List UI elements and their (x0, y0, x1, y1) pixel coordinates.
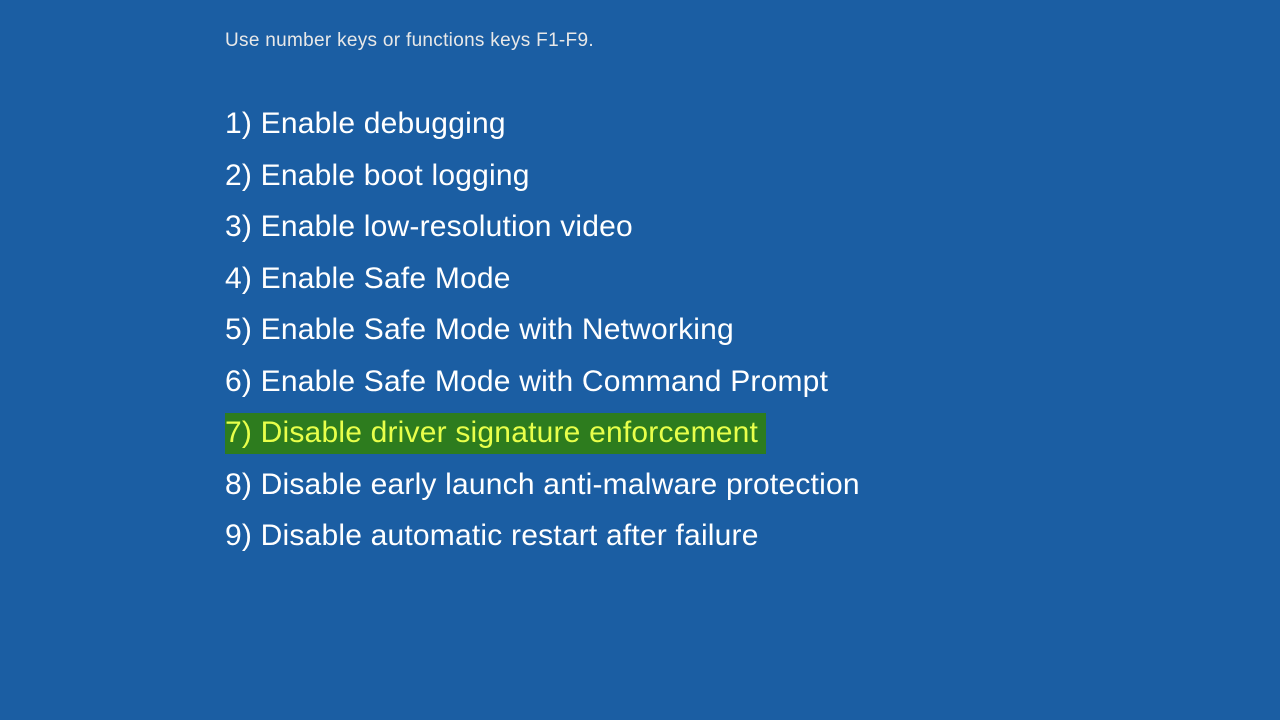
option-label: Enable Safe Mode with Command Prompt (261, 365, 828, 398)
option-6[interactable]: 6) Enable Safe Mode with Command Prompt (225, 362, 1280, 403)
option-4[interactable]: 4) Enable Safe Mode (225, 259, 1280, 300)
option-key: 9) (225, 519, 252, 552)
option-label: Disable early launch anti-malware protec… (261, 468, 860, 501)
option-label: Enable Safe Mode (261, 262, 511, 295)
option-key: 1) (225, 107, 252, 140)
option-key: 3) (225, 210, 252, 243)
option-label: Disable automatic restart after failure (261, 519, 759, 552)
option-8[interactable]: 8) Disable early launch anti-malware pro… (225, 465, 1280, 506)
options-list: 1) Enable debugging 2) Enable boot loggin… (225, 104, 1280, 557)
option-key: 6) (225, 365, 252, 398)
option-label: Enable boot logging (261, 159, 530, 192)
startup-settings-content: Use number keys or functions keys F1-F9.… (0, 0, 1280, 557)
option-9[interactable]: 9) Disable automatic restart after failu… (225, 516, 1280, 557)
option-label: Enable debugging (261, 107, 506, 140)
option-key: 2) (225, 159, 252, 192)
option-key: 7) (225, 416, 252, 449)
option-label: Enable low-resolution video (261, 210, 633, 243)
option-5[interactable]: 5) Enable Safe Mode with Networking (225, 310, 1280, 351)
option-key: 4) (225, 262, 252, 295)
option-2[interactable]: 2) Enable boot logging (225, 156, 1280, 197)
option-key: 5) (225, 313, 252, 346)
option-7[interactable]: 7) Disable driver signature enforcement (225, 413, 766, 454)
option-1[interactable]: 1) Enable debugging (225, 104, 1280, 145)
option-label: Disable driver signature enforcement (261, 416, 758, 449)
option-3[interactable]: 3) Enable low-resolution video (225, 207, 1280, 248)
instruction-text: Use number keys or functions keys F1-F9. (225, 30, 1280, 52)
option-key: 8) (225, 468, 252, 501)
option-label: Enable Safe Mode with Networking (261, 313, 734, 346)
